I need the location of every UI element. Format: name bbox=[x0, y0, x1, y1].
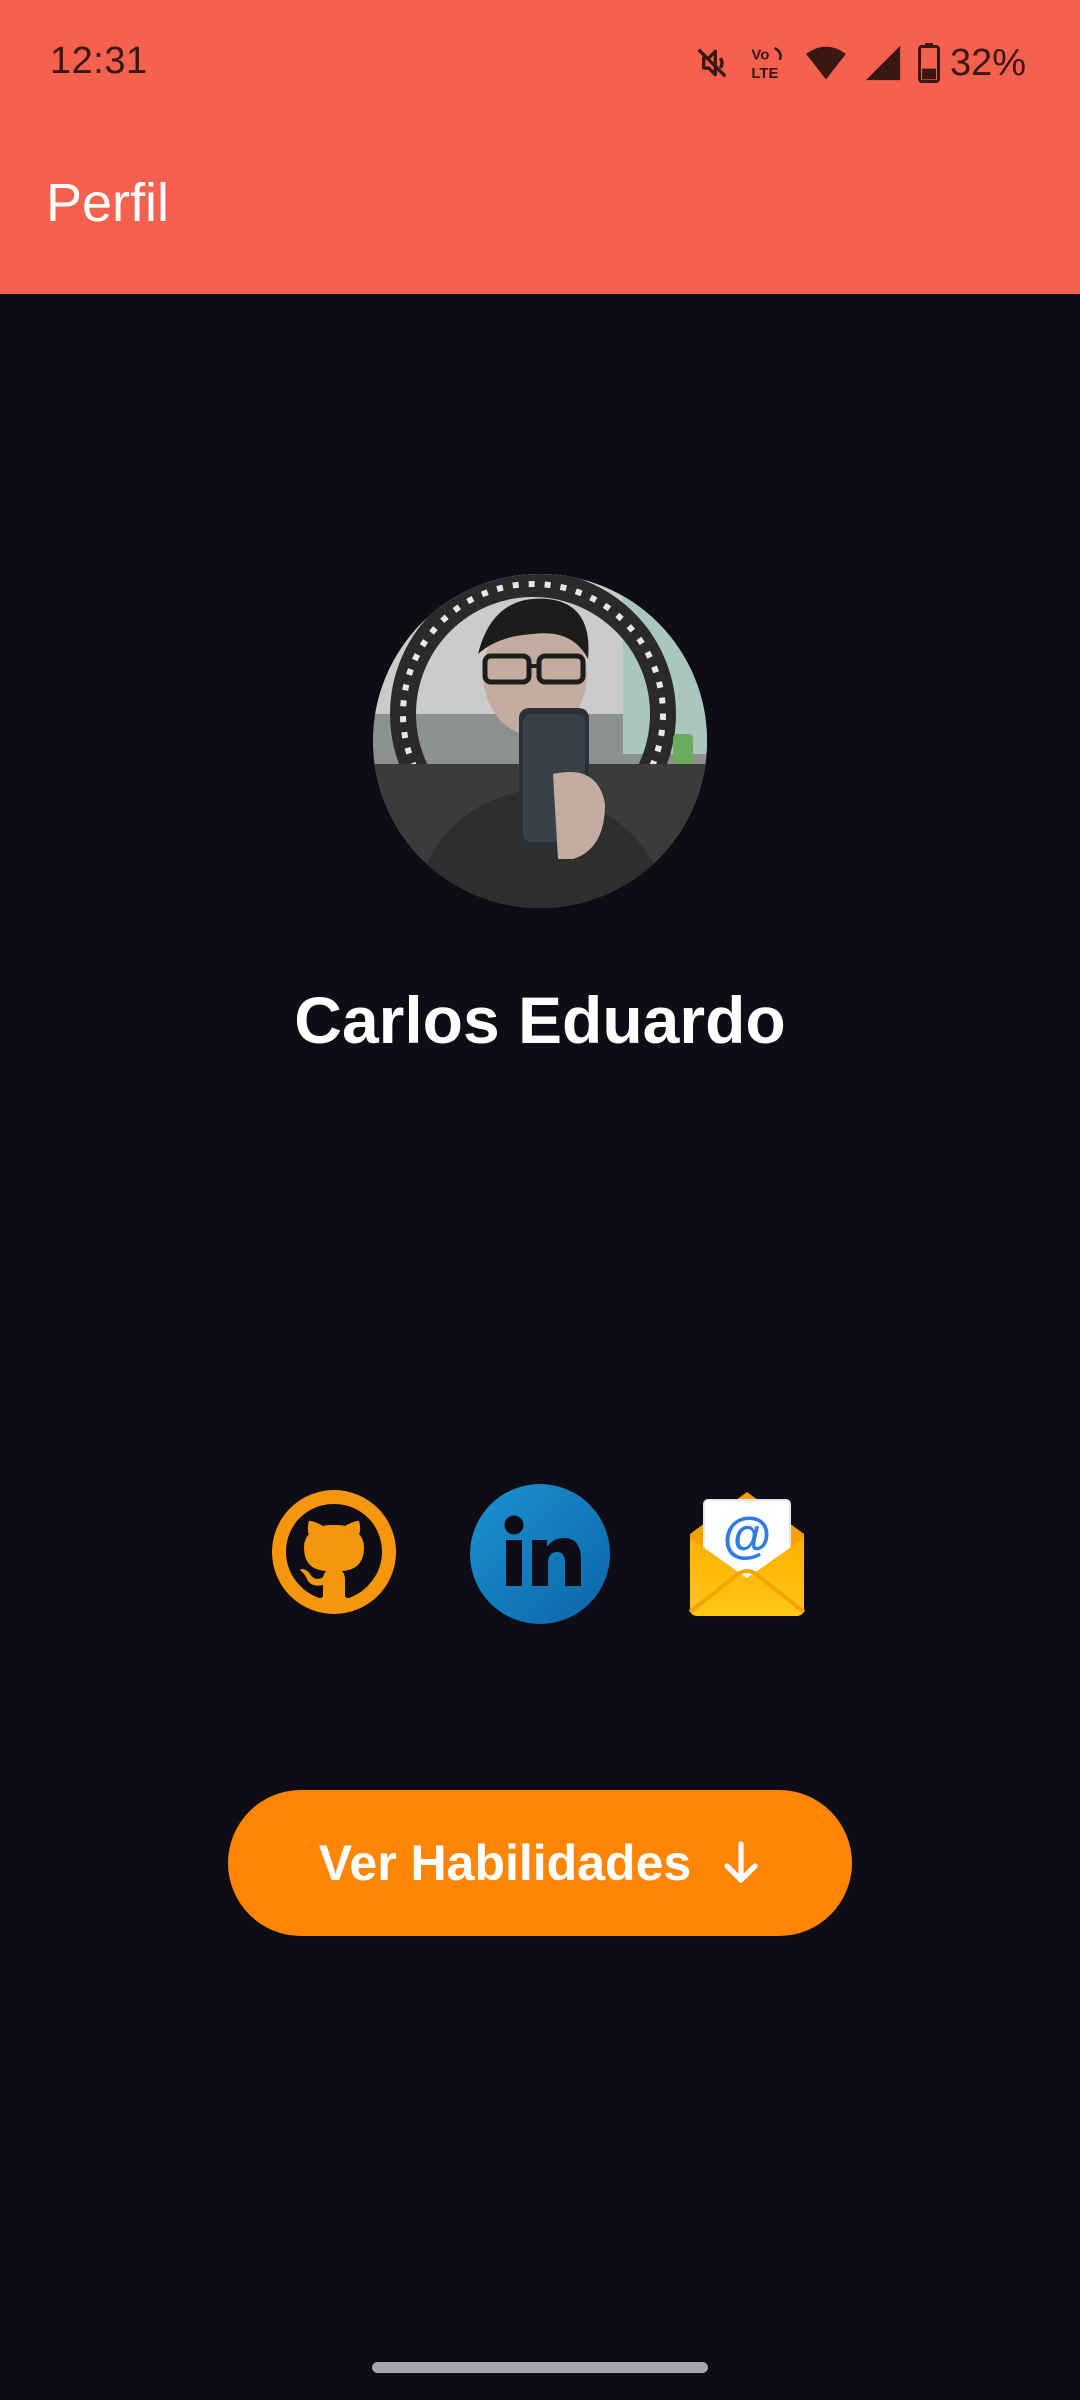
home-indicator[interactable] bbox=[372, 2362, 708, 2373]
battery-icon bbox=[917, 43, 940, 83]
app-bar: 12:31 Vo LTE 32% Perfil bbox=[0, 0, 1080, 294]
email-link[interactable]: @ bbox=[684, 1486, 810, 1618]
volte-icon: Vo LTE bbox=[748, 43, 788, 83]
svg-text:LTE: LTE bbox=[751, 65, 778, 82]
svg-text:@: @ bbox=[723, 1507, 772, 1563]
ver-habilidades-label: Ver Habilidades bbox=[318, 1835, 692, 1891]
linkedin-icon bbox=[470, 1484, 610, 1624]
github-link[interactable] bbox=[272, 1490, 396, 1614]
profile-avatar bbox=[373, 574, 707, 908]
profile-name: Carlos Eduardo bbox=[294, 983, 786, 1057]
status-time: 12:31 bbox=[50, 40, 148, 82]
status-bar: 12:31 Vo LTE 32% bbox=[0, 0, 1080, 124]
mute-icon bbox=[692, 43, 732, 83]
email-icon: @ bbox=[688, 1492, 806, 1616]
github-icon bbox=[272, 1490, 396, 1614]
status-icons: Vo LTE 32% bbox=[692, 38, 1026, 88]
wifi-icon bbox=[804, 43, 848, 83]
svg-text:Vo: Vo bbox=[751, 47, 769, 64]
page-title: Perfil bbox=[46, 173, 170, 233]
linkedin-link[interactable] bbox=[470, 1484, 610, 1624]
battery-percent: 32% bbox=[949, 41, 1026, 84]
arrow-down-icon bbox=[721, 1840, 761, 1886]
signal-icon bbox=[864, 44, 902, 82]
ver-habilidades-button[interactable]: Ver Habilidades bbox=[228, 1790, 852, 1936]
